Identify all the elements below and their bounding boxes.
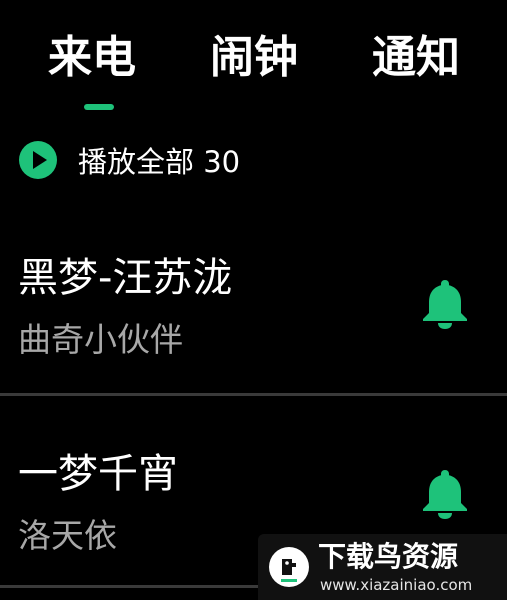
divider <box>0 393 507 396</box>
song-title: 一梦千宵 <box>18 451 178 497</box>
watermark-url: www.xiazainiao.com <box>320 576 473 594</box>
bird-logo-icon <box>268 546 310 588</box>
song-artist: 曲奇小伙伴 <box>18 320 183 359</box>
tab-notification[interactable]: 通知 <box>372 28 460 88</box>
bell-icon[interactable] <box>420 278 470 330</box>
bell-icon[interactable] <box>420 468 470 520</box>
song-artist: 洛天依 <box>18 516 117 555</box>
song-title: 黑梦-汪苏泷 <box>18 255 233 301</box>
tab-active-indicator <box>84 104 114 110</box>
list-item[interactable]: 黑梦-汪苏泷 曲奇小伙伴 <box>0 244 507 396</box>
tab-alarm[interactable]: 闹钟 <box>210 28 298 88</box>
watermark-title: 下载鸟资源 <box>318 540 459 573</box>
tab-incoming-call[interactable]: 来电 <box>48 28 136 88</box>
play-all-button[interactable]: 播放全部 30 <box>18 140 240 180</box>
play-all-label: 播放全部 30 <box>78 145 241 179</box>
watermark: 下载鸟资源 www.xiazainiao.com <box>258 534 507 600</box>
tab-bar: 来电 闹钟 通知 <box>0 28 507 88</box>
play-circle-icon <box>18 140 58 180</box>
